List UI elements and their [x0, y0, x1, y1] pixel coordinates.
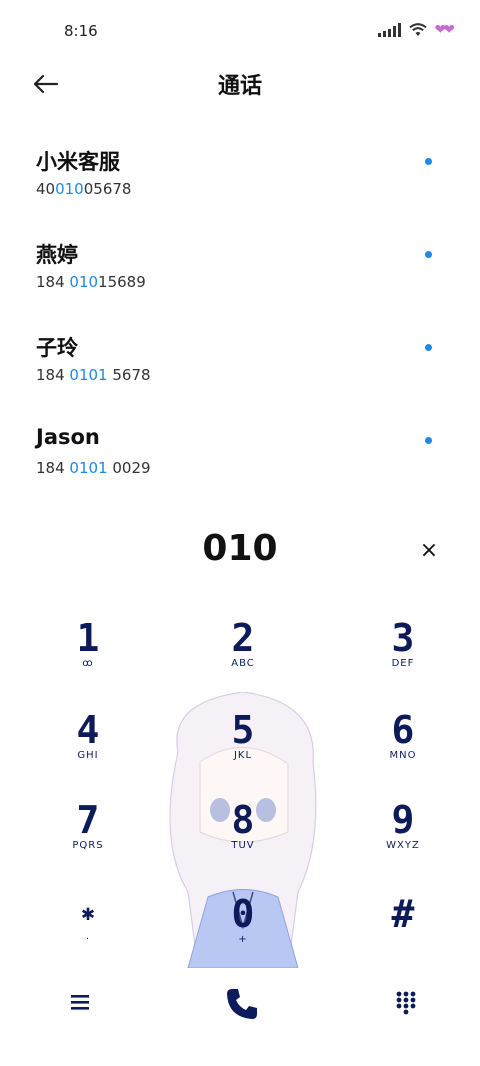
key-digit: 7 — [76, 798, 100, 842]
key-1[interactable]: 1 ꝏ — [33, 616, 143, 686]
status-bar: 8:16 ❤❤ — [0, 0, 480, 62]
phone-icon[interactable] — [222, 984, 262, 1024]
key-digit: 1 — [76, 616, 100, 660]
contact-list: 小米客服 4001005678 燕婷 184 01015689 子玲 184 0… — [0, 140, 480, 512]
key-star[interactable]: ✱ · — [33, 892, 143, 962]
contact-name: 小米客服 — [36, 150, 120, 174]
status-icons: ❤❤ — [377, 22, 456, 38]
key-letters: + — [238, 934, 248, 945]
key-hash[interactable]: # — [348, 892, 458, 962]
menu-icon[interactable] — [66, 988, 94, 1016]
key-digit: 0 — [231, 892, 255, 936]
contact-item[interactable]: Jason 184 0101 0029 — [0, 419, 480, 512]
key-letters: GHI — [77, 750, 99, 761]
key-letters: PQRS — [72, 840, 104, 851]
keypad: 1 ꝏ 2 ABC 3 DEF 4 GHI 5 JKL 6 MNO 7 PQRS… — [0, 610, 480, 970]
match-dot — [425, 158, 432, 165]
key-digit: 5 — [231, 708, 255, 752]
signal-icon — [377, 23, 401, 37]
key-digit: 8 — [231, 798, 255, 842]
key-letters: JKL — [233, 750, 253, 761]
key-digit: 9 — [391, 798, 415, 842]
status-time: 8:16 — [64, 22, 98, 40]
key-6[interactable]: 6 MNO — [348, 708, 458, 778]
key-letters: · — [85, 934, 91, 945]
contact-item[interactable]: 燕婷 184 01015689 — [0, 233, 480, 326]
key-letters: WXYZ — [386, 840, 420, 851]
contact-name: 子玲 — [36, 336, 78, 360]
wifi-icon — [408, 23, 427, 36]
asterisk-icon: ✱ — [81, 901, 95, 926]
dialpad-icon[interactable] — [392, 988, 420, 1016]
key-digit: 4 — [76, 708, 100, 752]
header: 通话 — [0, 62, 480, 106]
key-digit: 6 — [391, 708, 415, 752]
key-7[interactable]: 7 PQRS — [33, 798, 143, 868]
key-8[interactable]: 8 TUV — [188, 798, 298, 868]
match-dot — [425, 437, 432, 444]
contact-name: Jason — [36, 425, 100, 449]
key-letters: DEF — [391, 658, 415, 669]
key-2[interactable]: 2 ABC — [188, 616, 298, 686]
close-icon[interactable]: × — [418, 540, 440, 562]
key-9[interactable]: 9 WXYZ — [348, 798, 458, 868]
heart-icon: ❤❤ — [434, 22, 456, 38]
bottom-action-bar — [0, 978, 480, 1038]
contact-item[interactable]: 子玲 184 0101 5678 — [0, 326, 480, 419]
key-5[interactable]: 5 JKL — [188, 708, 298, 778]
match-dot — [425, 344, 432, 351]
key-3[interactable]: 3 DEF — [348, 616, 458, 686]
contact-number: 184 01015689 — [36, 273, 146, 291]
key-digit: 3 — [391, 616, 415, 660]
contact-item[interactable]: 小米客服 4001005678 — [0, 140, 480, 233]
dialed-number[interactable]: 010 — [0, 528, 480, 569]
contact-number: 184 0101 5678 — [36, 366, 151, 384]
key-0[interactable]: 0 + — [188, 892, 298, 962]
match-dot — [425, 251, 432, 258]
dial-input-row: 010 × — [0, 528, 480, 580]
contact-number: 184 0101 0029 — [36, 459, 151, 477]
key-letters: ABC — [231, 658, 255, 669]
key-letters: MNO — [389, 750, 417, 761]
voicemail-icon: ꝏ — [82, 658, 94, 669]
contact-number: 4001005678 — [36, 180, 132, 198]
key-letters: TUV — [231, 840, 255, 851]
contact-name: 燕婷 — [36, 243, 78, 267]
key-digit: 2 — [231, 616, 255, 660]
hash-icon: # — [391, 892, 415, 936]
key-4[interactable]: 4 GHI — [33, 708, 143, 778]
page-title: 通话 — [217, 74, 262, 99]
